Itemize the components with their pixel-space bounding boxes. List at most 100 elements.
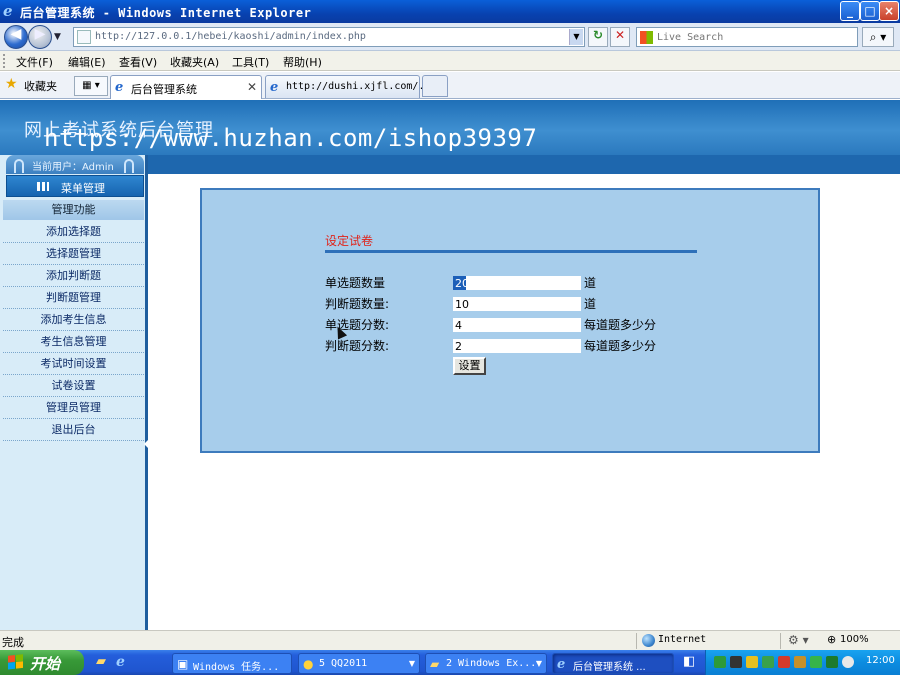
clock[interactable]: 12:00 (866, 655, 895, 666)
close-button[interactable]: × (879, 1, 899, 21)
start-label: 开始 (30, 655, 61, 673)
tray-security-icon[interactable] (746, 656, 758, 668)
judge-count-unit: 道 (584, 297, 597, 311)
paper-settings-panel: 设定试卷 单选题数量 道 判断题数量: 道 单选题分数: 每道题多少分 判断题分… (200, 188, 820, 453)
set-button[interactable]: 设置 (453, 357, 486, 375)
quicklaunch-folder-icon[interactable]: ▰ (96, 654, 106, 669)
windows-flag-icon (8, 654, 23, 670)
favorites-button[interactable]: 收藏夹 (24, 78, 57, 94)
address-url[interactable]: http://127.0.0.1/hebei/kaoshi/admin/inde… (95, 31, 366, 42)
zoom-level[interactable]: 100% (840, 634, 869, 645)
protected-mode-icon[interactable]: ⚙ ▾ (788, 633, 809, 647)
monitor-icon: ▣ (177, 657, 189, 671)
tray-network-icon[interactable] (714, 656, 726, 668)
title-divider (325, 250, 697, 253)
search-field[interactable] (636, 27, 858, 47)
folder-icon: ▰ (430, 657, 440, 671)
tray-volume-icon[interactable] (842, 656, 854, 668)
task-ie-admin[interactable]: e 后台管理系统 ... (552, 653, 674, 674)
address-toolbar: ◀ ▶ ▼ http://127.0.0.1/hebei/kaoshi/admi… (0, 23, 900, 51)
sidebar-item-add-student[interactable]: 添加考生信息 (3, 309, 144, 331)
task-label: 2 Windows Ex... (446, 658, 537, 669)
close-tab-icon[interactable]: ✕ (247, 80, 257, 94)
status-divider (780, 633, 781, 649)
judge-count-input[interactable] (453, 297, 581, 311)
tab-label: 后台管理系统 (131, 83, 197, 96)
sidebar-item-add-judge[interactable]: 添加判断题 (3, 265, 144, 287)
task-explorer[interactable]: ▰ 2 Windows Ex... ▼ (425, 653, 547, 674)
sidebar-item-paper-settings[interactable]: 试卷设置 (3, 375, 144, 397)
history-dropdown-icon[interactable]: ▼ (54, 32, 61, 42)
single-score-input[interactable] (453, 318, 581, 332)
tray-app-icon[interactable] (826, 656, 838, 668)
ie-page-icon: e (270, 80, 279, 95)
status-bar: 完成 Internet ⚙ ▾ ⊕ 100% (0, 630, 900, 650)
form-title: 设定试卷 (325, 234, 374, 248)
back-button[interactable]: ◀ (4, 25, 28, 49)
menu-help[interactable]: 帮助(H) (283, 54, 322, 70)
menu-favorites[interactable]: 收藏夹(A) (170, 54, 219, 70)
status-divider (636, 633, 637, 649)
stop-button[interactable]: ✕ (610, 27, 630, 47)
single-count-input[interactable] (453, 276, 581, 290)
tray-antivirus-icon[interactable] (778, 656, 790, 668)
group-dropdown-icon: ▼ (408, 659, 415, 668)
search-input[interactable] (657, 29, 853, 45)
sidebar-item-add-choice[interactable]: 添加选择题 (3, 221, 144, 243)
minimize-button[interactable]: _ (840, 1, 860, 21)
tray-input-icon[interactable] (794, 656, 806, 668)
search-button[interactable]: ⌕ ▾ (862, 27, 894, 47)
sidebar-item-student-manage[interactable]: 考生信息管理 (3, 331, 144, 353)
ie-icon: e (557, 657, 566, 672)
group-dropdown-icon: ▼ (535, 659, 542, 668)
menu-view[interactable]: 查看(V) (119, 54, 157, 70)
sidebar-item-judge-manage[interactable]: 判断题管理 (3, 287, 144, 309)
address-field[interactable]: http://127.0.0.1/hebei/kaoshi/admin/inde… (73, 27, 585, 47)
quicklaunch-ie-icon[interactable]: e (116, 654, 125, 670)
internet-zone-icon (642, 634, 655, 647)
magnifier-icon: ⌕ (869, 30, 877, 44)
taskbar: 开始 ▰ e ▣ Windows 任务... ● 5 QQ2011 ▼ ▰ 2 … (0, 650, 900, 675)
task-task-manager[interactable]: ▣ Windows 任务... (172, 653, 292, 674)
live-search-icon (640, 31, 653, 44)
toolbar-grip[interactable] (3, 54, 6, 68)
sidebar-item-exam-time[interactable]: 考试时间设置 (3, 353, 144, 375)
task-label: Windows 任务... (193, 662, 280, 673)
tray-update-icon[interactable] (762, 656, 774, 668)
new-tab-button[interactable] (422, 75, 448, 97)
tray-shield-icon[interactable] (810, 656, 822, 668)
menu-header[interactable]: 菜单管理 (6, 175, 144, 197)
window-title: 后台管理系统 - Windows Internet Explorer (20, 6, 312, 20)
start-button[interactable]: 开始 (0, 650, 84, 675)
watermark-text: https://www.huzhan.com/ishop39397 (44, 124, 538, 152)
tab-admin[interactable]: e 后台管理系统 ✕ (110, 75, 262, 99)
tab-dushi[interactable]: e http://dushi.xjfl.com/... (265, 75, 437, 98)
quick-tabs-button[interactable]: ▦ ▾ (74, 76, 108, 96)
task-label: 后台管理系统 ... (573, 662, 646, 673)
hook-icon (14, 159, 24, 173)
show-desktop-icon[interactable]: ◧ (683, 654, 695, 669)
page-content: 网上考试系统后台管理 https://www.huzhan.com/ishop3… (0, 100, 900, 630)
current-user-label: 当前用户：Admin (32, 162, 114, 173)
tab-bar: ★ 收藏夹 ▦ ▾ e 后台管理系统 ✕ e http://dushi.xjfl… (0, 72, 900, 99)
menu-file[interactable]: 文件(F) (16, 54, 53, 70)
task-qq[interactable]: ● 5 QQ2011 ▼ (298, 653, 420, 674)
favorites-star-icon[interactable]: ★ (5, 76, 18, 92)
judge-score-input[interactable] (453, 339, 581, 353)
single-count-label: 单选题数量 (325, 276, 386, 290)
judge-count-label: 判断题数量: (325, 297, 390, 311)
collapse-arrow-icon[interactable] (144, 440, 148, 448)
tray-qq-icon[interactable] (730, 656, 742, 668)
sidebar-item-logout[interactable]: 退出后台 (3, 419, 144, 441)
maximize-button[interactable]: □ (860, 1, 880, 21)
address-dropdown-icon[interactable]: ▼ (569, 29, 583, 45)
zoom-icon[interactable]: ⊕ (827, 633, 836, 646)
menu-tools[interactable]: 工具(T) (232, 54, 269, 70)
refresh-button[interactable]: ↻ (588, 27, 608, 47)
forward-button[interactable]: ▶ (28, 25, 52, 49)
sidebar-item-admin-manage[interactable]: 管理员管理 (3, 397, 144, 419)
window-title-bar[interactable]: e 后台管理系统 - Windows Internet Explorer _ □… (0, 0, 900, 23)
single-count-unit: 道 (584, 276, 597, 290)
menu-edit[interactable]: 编辑(E) (68, 54, 106, 70)
sidebar-item-choice-manage[interactable]: 选择题管理 (3, 243, 144, 265)
